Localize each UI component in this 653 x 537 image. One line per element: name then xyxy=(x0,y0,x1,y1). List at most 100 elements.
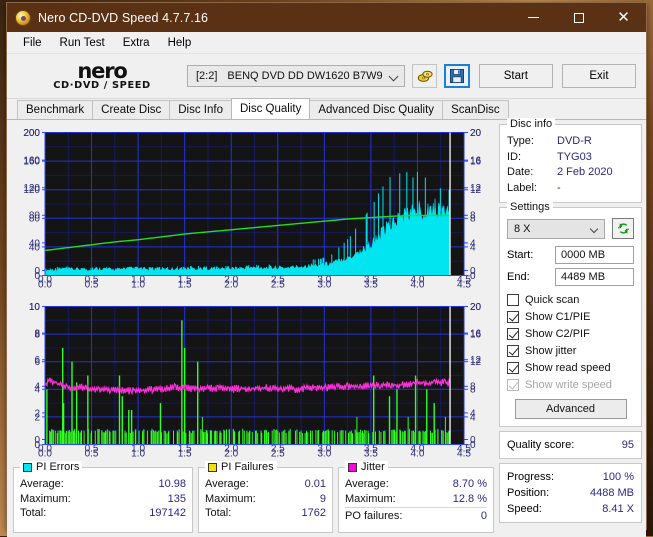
pi-errors-chart-canvas: 040801201602000481216200.0 0.5 1.0 1.5 2.0 2.… xyxy=(23,128,482,291)
pi-failures-total-value: 1762 xyxy=(301,507,326,519)
pi-errors-maximum-label: Maximum: xyxy=(20,492,71,505)
close-button[interactable]: ✕ xyxy=(601,3,646,32)
pi-failures-color-swatch xyxy=(208,462,217,472)
pi-errors-maximum-value: 135 xyxy=(167,492,186,505)
svg-text:0.0: 0.0 xyxy=(38,280,52,291)
tab-disc-quality[interactable]: Disc Quality xyxy=(231,98,311,119)
end-mb-field[interactable]: 4489 MB xyxy=(555,268,634,286)
tab-create-disc[interactable]: Create Disc xyxy=(92,100,171,119)
tab-benchmark[interactable]: Benchmark xyxy=(17,100,94,119)
pi-failures-chart: 0 2 4 6 8 10 0 4 8 12 16 20 0.0 0.5 1.0 1.5 2.0 2.5 3.0 3.5… xyxy=(13,298,494,463)
disc-info-row: Label: - xyxy=(507,181,634,197)
refresh-button[interactable] xyxy=(612,218,634,239)
window-title: Nero CD-DVD Speed 4.7.7.16 xyxy=(38,10,209,25)
progress-row: Progress: 100 % xyxy=(507,469,634,485)
speed-select[interactable]: 8 X xyxy=(507,218,605,239)
toolbar: nero CD·DVD ∕ SPEED [2:2] BENQ DVD DD DW… xyxy=(7,54,646,99)
eject-disc-button[interactable] xyxy=(412,64,438,88)
pi-errors-stats-title: PI Errors xyxy=(20,461,83,473)
menu-run-test[interactable]: Run Test xyxy=(52,35,113,51)
svg-text:4: 4 xyxy=(470,242,476,253)
start-button[interactable]: Start xyxy=(478,64,553,88)
menu-extra[interactable]: Extra xyxy=(115,35,158,51)
pi-errors-average-label: Average: xyxy=(20,478,64,490)
svg-text:16: 16 xyxy=(470,330,482,341)
pi-errors-color-swatch xyxy=(23,462,32,472)
minimize-button[interactable] xyxy=(511,3,556,32)
progress-value: 100 % xyxy=(602,471,634,483)
svg-text:1.0: 1.0 xyxy=(131,280,145,291)
menu-help[interactable]: Help xyxy=(160,35,200,51)
jitter-stats: Jitter Average: 8.70 % Maximum: 12.8 % PO … xyxy=(338,461,494,533)
checkbox-show-jitter[interactable]: Show jitter xyxy=(507,343,634,359)
stat-row: Total: 197142 xyxy=(20,506,186,521)
checkbox-show-read-speed[interactable]: Show read speed xyxy=(507,360,634,376)
pi-errors-chart: 0 40 80 120 160 200 0 4 8 12 16 20 0.0 0.5 1.0 1.5 2.0 2.… xyxy=(13,124,494,294)
nero-logo: nero CD·DVD ∕ SPEED xyxy=(29,60,175,91)
maximize-icon xyxy=(573,12,584,23)
quality-score-label: Quality score: xyxy=(507,439,575,451)
checkbox-icon xyxy=(507,362,519,374)
menu-file[interactable]: File xyxy=(15,35,50,51)
disc-id-value: TYG03 xyxy=(557,150,592,163)
checkbox-label: Show write speed xyxy=(525,379,612,391)
tab-advanced-disc-quality[interactable]: Advanced Disc Quality xyxy=(309,100,444,119)
disc-info-title: Disc info xyxy=(507,118,556,130)
jitter-label: Jitter xyxy=(361,461,385,473)
chevron-down-icon xyxy=(388,71,399,82)
svg-text:3.0: 3.0 xyxy=(317,449,331,460)
svg-text:10: 10 xyxy=(29,302,41,313)
drive-select[interactable]: [2:2] BENQ DVD DD DW1620 B7W9 xyxy=(187,65,405,87)
checkbox-icon xyxy=(507,311,519,323)
drive-index: [2:2] xyxy=(196,70,218,82)
checkbox-icon xyxy=(507,294,519,306)
svg-text:1.5: 1.5 xyxy=(178,280,192,291)
svg-text:16: 16 xyxy=(470,157,482,168)
svg-text:4: 4 xyxy=(34,385,40,396)
checkbox-show-write-speed: Show write speed xyxy=(507,377,634,393)
position-row: Position: 4488 MB xyxy=(507,485,634,501)
svg-text:4: 4 xyxy=(470,412,476,423)
svg-text:4.5: 4.5 xyxy=(457,449,471,460)
start-mb-field[interactable]: 0000 MB xyxy=(555,246,634,264)
pi-errors-stats: PI Errors Average: 10.98 Maximum: 135 Tota… xyxy=(13,461,193,533)
maximize-button[interactable] xyxy=(556,3,601,32)
progress-label: Progress: xyxy=(507,471,555,483)
stat-row: Maximum: 135 xyxy=(20,492,186,507)
settings-title: Settings xyxy=(507,201,553,213)
pi-errors-total-value: 197142 xyxy=(149,507,186,519)
svg-text:6: 6 xyxy=(34,357,40,368)
svg-text:0.5: 0.5 xyxy=(85,449,99,460)
disc-info-row: Type: DVD-R xyxy=(507,134,634,150)
svg-text:0.0: 0.0 xyxy=(38,449,52,460)
save-floppy-icon xyxy=(450,69,465,83)
checkbox-quick-scan[interactable]: Quick scan xyxy=(507,292,634,308)
svg-text:0.5: 0.5 xyxy=(85,280,99,291)
end-mb-label: End: xyxy=(507,271,530,283)
po-failures-label: PO failures: xyxy=(345,510,403,522)
tab-disc-info[interactable]: Disc Info xyxy=(169,100,232,119)
drive-name: BENQ DVD DD DW1620 B7W9 xyxy=(227,70,383,82)
save-results-button[interactable] xyxy=(444,64,470,88)
disc-type-label: Type: xyxy=(507,135,534,147)
checkbox-label: Quick scan xyxy=(525,294,580,306)
settings-group: Settings 8 X Start: 0000 MB End: 4489 MB… xyxy=(499,201,642,427)
progress-panel: Progress: 100 % Position: 4488 MB Speed: 8.… xyxy=(499,463,642,523)
position-label: Position: xyxy=(507,487,550,499)
position-value: 4488 MB xyxy=(589,487,634,499)
disc-type-value: DVD-R xyxy=(557,135,592,147)
exit-button[interactable]: Exit xyxy=(561,64,636,88)
advanced-button[interactable]: Advanced xyxy=(514,399,627,419)
checkbox-show-c1-pie[interactable]: Show C1/PIE xyxy=(507,309,634,325)
disc-date-label: Date: xyxy=(507,166,534,178)
disc-info-row: ID: TYG03 xyxy=(507,150,634,166)
window-controls: ✕ xyxy=(511,3,646,32)
jitter-average-label: Average: xyxy=(345,478,389,490)
checkbox-show-c2-pif[interactable]: Show C2/PIF xyxy=(507,326,634,342)
svg-text:40: 40 xyxy=(29,242,41,253)
speed-row: Speed: 8.41 X xyxy=(507,501,634,517)
svg-text:80: 80 xyxy=(29,214,41,225)
tab-scandisc[interactable]: ScanDisc xyxy=(442,100,509,119)
stat-row: Average: 0.01 xyxy=(205,477,326,492)
disc-label-label: Label: xyxy=(507,181,537,194)
